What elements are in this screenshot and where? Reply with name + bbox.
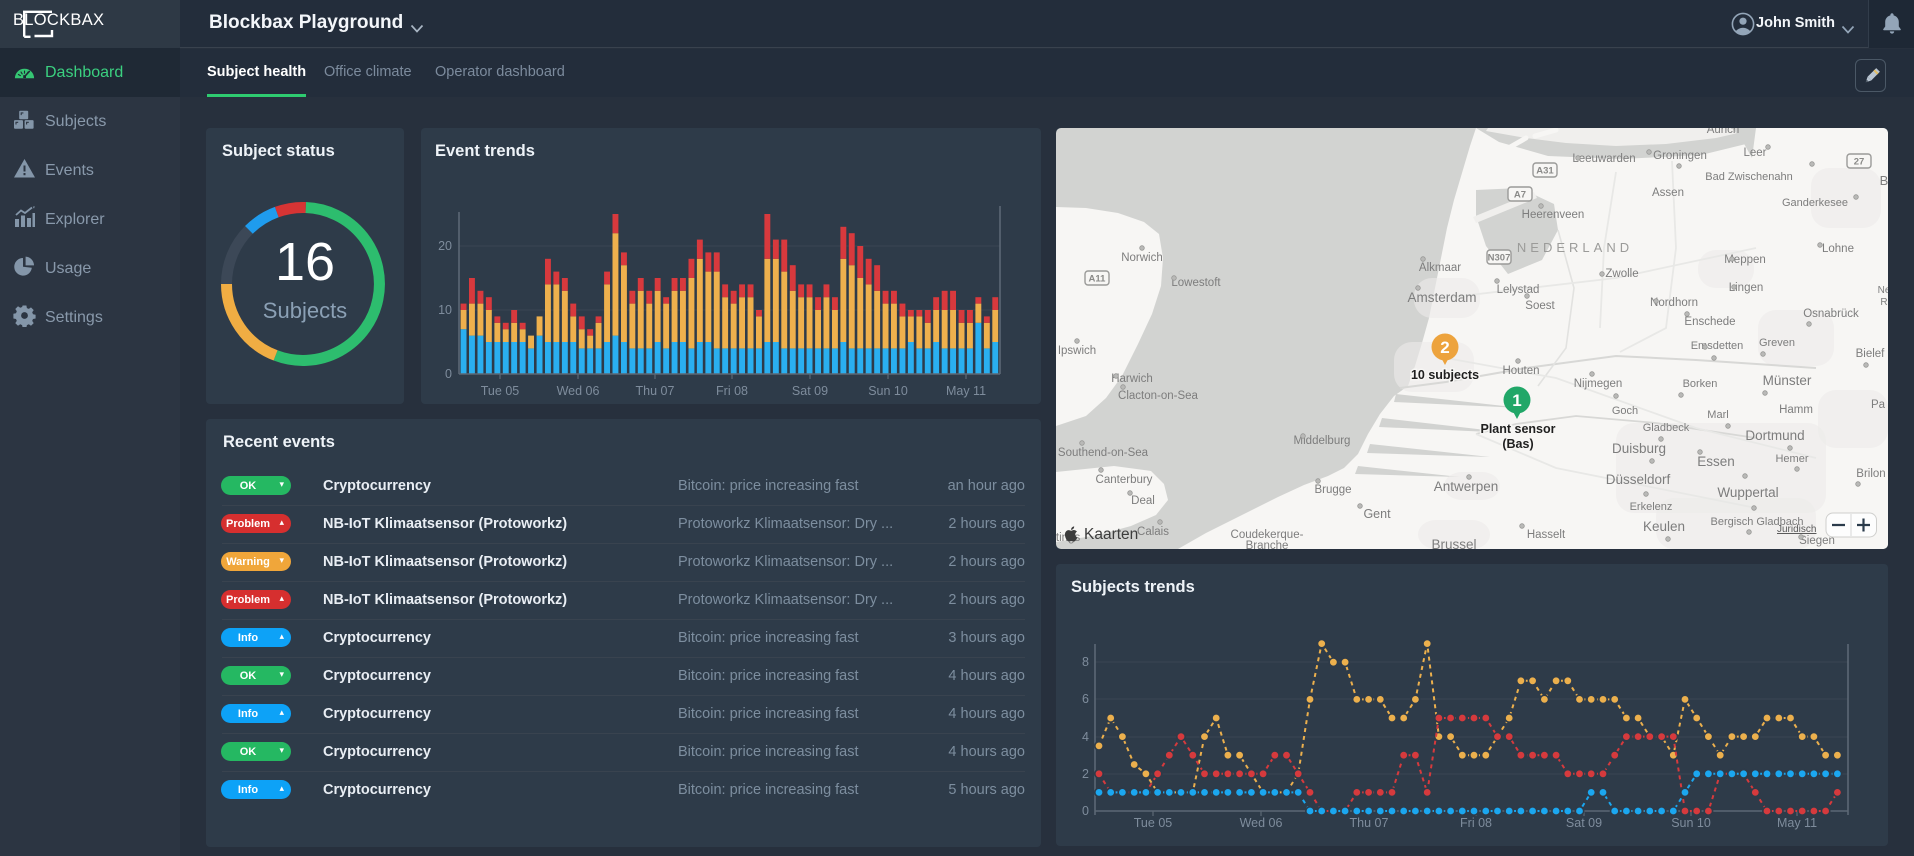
svg-text:Thu 07: Thu 07 <box>1350 816 1389 830</box>
svg-text:Clacton-on-Sea: Clacton-on-Sea <box>1118 390 1199 402</box>
svg-text:Lowestoft: Lowestoft <box>1171 277 1221 289</box>
svg-text:Goch: Goch <box>1612 405 1638 417</box>
svg-text:Antwerpen: Antwerpen <box>1434 479 1499 494</box>
svg-text:Amsterdam: Amsterdam <box>1407 290 1476 305</box>
svg-text:Sat 09: Sat 09 <box>1566 816 1602 830</box>
svg-text:Fri 08: Fri 08 <box>716 384 748 398</box>
svg-text:Groningen: Groningen <box>1653 150 1707 162</box>
svg-text:Münster: Münster <box>1763 373 1812 388</box>
svg-text:Juridisch: Juridisch <box>1777 524 1816 535</box>
svg-text:Bielef: Bielef <box>1856 348 1886 360</box>
svg-text:0: 0 <box>445 367 452 381</box>
svg-text:Wuppertal: Wuppertal <box>1717 485 1778 500</box>
svg-text:Sun 10: Sun 10 <box>1671 816 1711 830</box>
svg-text:Enschede: Enschede <box>1684 316 1735 328</box>
svg-text:May 11: May 11 <box>1777 816 1817 830</box>
svg-text:Deal: Deal <box>1131 495 1155 507</box>
svg-text:Ne: Ne <box>1878 285 1888 296</box>
svg-text:2: 2 <box>1440 338 1449 357</box>
svg-text:A31: A31 <box>1536 166 1554 177</box>
svg-text:Wed 06: Wed 06 <box>557 384 600 398</box>
svg-text:Sat 09: Sat 09 <box>792 384 828 398</box>
svg-text:Tue 05: Tue 05 <box>1134 816 1173 830</box>
svg-text:Hemer: Hemer <box>1775 453 1808 465</box>
svg-text:Duisburg: Duisburg <box>1612 441 1666 456</box>
svg-text:Leer: Leer <box>1743 147 1766 159</box>
svg-text:Pa: Pa <box>1871 399 1886 411</box>
svg-text:0: 0 <box>1082 804 1089 818</box>
svg-text:R: R <box>1880 297 1887 308</box>
svg-text:Wed 06: Wed 06 <box>1240 816 1283 830</box>
svg-text:Brussel: Brussel <box>1431 537 1476 549</box>
svg-text:Essen: Essen <box>1697 454 1735 469</box>
svg-text:A11: A11 <box>1089 274 1107 285</box>
svg-text:Houten: Houten <box>1502 365 1539 377</box>
svg-text:Soest: Soest <box>1525 300 1555 312</box>
svg-text:Branche: Branche <box>1246 540 1289 549</box>
svg-text:Fri 08: Fri 08 <box>1460 816 1492 830</box>
svg-text:8: 8 <box>1082 655 1089 669</box>
svg-text:Osnabrück: Osnabrück <box>1803 308 1859 320</box>
svg-text:Hasselt: Hasselt <box>1527 529 1566 541</box>
svg-text:Leeuwarden: Leeuwarden <box>1572 153 1635 165</box>
svg-text:20: 20 <box>438 239 452 253</box>
svg-text:Heerenveen: Heerenveen <box>1522 209 1585 221</box>
svg-text:Gladbeck: Gladbeck <box>1643 422 1690 434</box>
svg-text:N307: N307 <box>1488 253 1511 264</box>
svg-text:1: 1 <box>1512 391 1521 410</box>
svg-text:Zwolle: Zwolle <box>1605 268 1638 280</box>
svg-text:Canterbury: Canterbury <box>1096 474 1153 486</box>
svg-text:Thu 07: Thu 07 <box>636 384 675 398</box>
svg-text:4: 4 <box>1082 730 1089 744</box>
svg-text:10: 10 <box>438 303 452 317</box>
svg-text:Plant sensor: Plant sensor <box>1480 422 1555 436</box>
svg-text:Kaarten: Kaarten <box>1084 526 1138 543</box>
svg-text:2: 2 <box>1082 767 1089 781</box>
svg-text:Sun 10: Sun 10 <box>868 384 908 398</box>
svg-text:NEDERLAND: NEDERLAND <box>1517 240 1633 255</box>
svg-text:Marl: Marl <box>1707 409 1728 421</box>
svg-text:Borken: Borken <box>1683 378 1718 390</box>
svg-text:Nijmegen: Nijmegen <box>1574 378 1623 390</box>
svg-text:Hamm: Hamm <box>1779 404 1813 416</box>
svg-text:27: 27 <box>1854 157 1865 168</box>
svg-text:Keulen: Keulen <box>1643 519 1685 534</box>
svg-text:Ganderkesee: Ganderkesee <box>1782 197 1848 209</box>
svg-text:Tue 05: Tue 05 <box>481 384 520 398</box>
svg-text:Norwich: Norwich <box>1121 252 1163 264</box>
svg-text:Assen: Assen <box>1652 187 1684 199</box>
svg-text:Ipswich: Ipswich <box>1058 345 1096 357</box>
svg-text:6: 6 <box>1082 692 1089 706</box>
svg-text:Lelystad: Lelystad <box>1497 284 1540 296</box>
svg-text:10 subjects: 10 subjects <box>1411 368 1479 382</box>
svg-text:Erkelenz: Erkelenz <box>1630 501 1673 513</box>
svg-text:A7: A7 <box>1514 190 1526 201</box>
svg-text:(Bas): (Bas) <box>1502 437 1533 451</box>
svg-text:Düsseldorf: Düsseldorf <box>1606 472 1671 487</box>
svg-text:Gent: Gent <box>1363 507 1391 521</box>
svg-text:Brilon: Brilon <box>1856 468 1885 480</box>
svg-text:Greven: Greven <box>1759 337 1795 349</box>
svg-text:Southend-on-Sea: Southend-on-Sea <box>1058 447 1149 459</box>
svg-text:Brugge: Brugge <box>1314 484 1351 496</box>
svg-text:Emsdetten: Emsdetten <box>1691 340 1744 352</box>
svg-text:Siegen: Siegen <box>1799 535 1835 547</box>
svg-text:May 11: May 11 <box>946 384 986 398</box>
svg-text:Aurich: Aurich <box>1707 128 1740 136</box>
svg-text:Dortmund: Dortmund <box>1745 428 1804 443</box>
svg-text:B: B <box>1880 173 1888 188</box>
svg-text:Bad Zwischenahn: Bad Zwischenahn <box>1705 171 1792 183</box>
svg-text:Alkmaar: Alkmaar <box>1419 262 1461 274</box>
svg-text:Lohne: Lohne <box>1822 243 1854 255</box>
svg-text:Calais: Calais <box>1137 526 1169 538</box>
